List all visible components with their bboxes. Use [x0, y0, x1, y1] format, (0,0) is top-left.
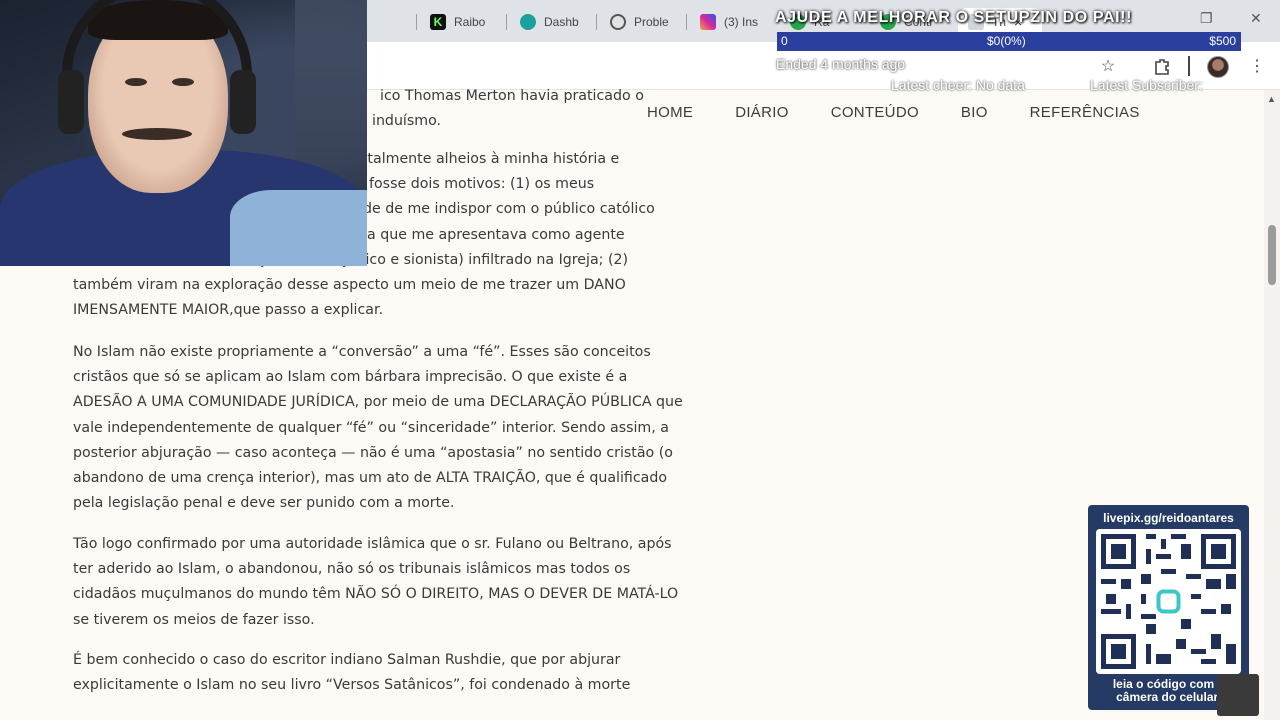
article-line: IMENSAMENTE MAIOR,que passo a explicar. [73, 302, 384, 319]
nav-conteudo-link[interactable]: CONTEÚDO [831, 104, 919, 121]
tab-label: Proble [634, 15, 669, 29]
goal-min-label: 0 [781, 34, 788, 48]
page-scrollbar[interactable]: ▲ [1264, 90, 1280, 720]
goal-max-label: $500 [1209, 34, 1236, 48]
latest-cheer: Latest cheer: No data [891, 77, 1025, 93]
browser-tab-instagram[interactable]: (3) Ins [690, 8, 776, 36]
article-fragment-line: ico Thomas Merton havia praticado o [380, 88, 644, 104]
tab-separator [686, 14, 687, 30]
toolbar-divider [1188, 56, 1190, 76]
article-body: No Islam não existe propriamente a “conv… [73, 340, 685, 714]
headphone-ear-cup [58, 70, 84, 134]
tab-separator [416, 14, 417, 30]
browser-tab-problem[interactable]: Proble [600, 8, 686, 36]
menu-kebab-icon[interactable]: ⋮ [1245, 54, 1269, 78]
browser-tab-raibo[interactable]: K Raibo [420, 8, 506, 36]
nav-bio-link[interactable]: BIO [961, 104, 988, 121]
webcam-overlay [0, 0, 367, 266]
tab-label: Raibo [454, 15, 486, 29]
article-fragment-line: induísmo. [372, 113, 442, 130]
article-line: também viram na exploração desse aspecto… [73, 277, 626, 294]
qr-url: livepix.gg/reidoantares [1103, 511, 1234, 525]
goal-current-label: $0(0%) [987, 34, 1026, 48]
maximize-icon[interactable]: ❐ [1200, 10, 1213, 27]
scroll-thumb[interactable] [1268, 225, 1276, 285]
scroll-up-icon[interactable]: ▲ [1267, 94, 1276, 104]
dashboard-favicon-icon [520, 14, 536, 30]
nav-referencias-link[interactable]: REFERÊNCIAS [1030, 104, 1140, 121]
nav-diario-link[interactable]: DIÁRIO [735, 104, 788, 121]
back-to-top-button[interactable] [1217, 674, 1259, 716]
raibo-favicon-icon: K [430, 14, 446, 30]
qr-code [1096, 529, 1241, 674]
article-paragraph: É bem conhecido o caso do escritor india… [73, 652, 631, 694]
tab-label: Dashb [544, 15, 579, 29]
streamer-sleeve [230, 190, 367, 266]
headphones-icon [62, 0, 252, 130]
article-top-fragment: ico Thomas Merton havia praticado o indu… [367, 84, 667, 134]
article-paragraph: Tão logo confirmado por uma autoridade i… [73, 535, 679, 628]
profile-avatar[interactable] [1207, 56, 1229, 78]
goal-status: Ended 4 months ago [776, 56, 906, 72]
donation-goal-bar: 0 $0(0%) $500 [777, 32, 1241, 51]
tab-separator [596, 14, 597, 30]
site-navigation: HOME DIÁRIO CONTEÚDO BIO REFERÊNCIAS [647, 104, 1182, 121]
browser-tab-dashboard[interactable]: Dashb [510, 8, 596, 36]
openai-favicon-icon [610, 14, 626, 30]
latest-subscriber: Latest Subscriber: [1090, 77, 1203, 93]
donation-goal-title: AJUDE A MELHORAR O SETUPZIN DO PAI!! [775, 9, 1133, 26]
extensions-icon[interactable] [1150, 54, 1174, 78]
close-window-icon[interactable]: ✕ [1250, 10, 1262, 27]
headphone-ear-cup [230, 70, 256, 134]
instagram-favicon-icon [700, 14, 716, 30]
tab-separator [506, 14, 507, 30]
article-paragraph: No Islam não existe propriamente a “conv… [73, 344, 683, 512]
bookmark-star-icon[interactable]: ☆ [1096, 54, 1120, 78]
tab-label: (3) Ins [724, 15, 759, 29]
